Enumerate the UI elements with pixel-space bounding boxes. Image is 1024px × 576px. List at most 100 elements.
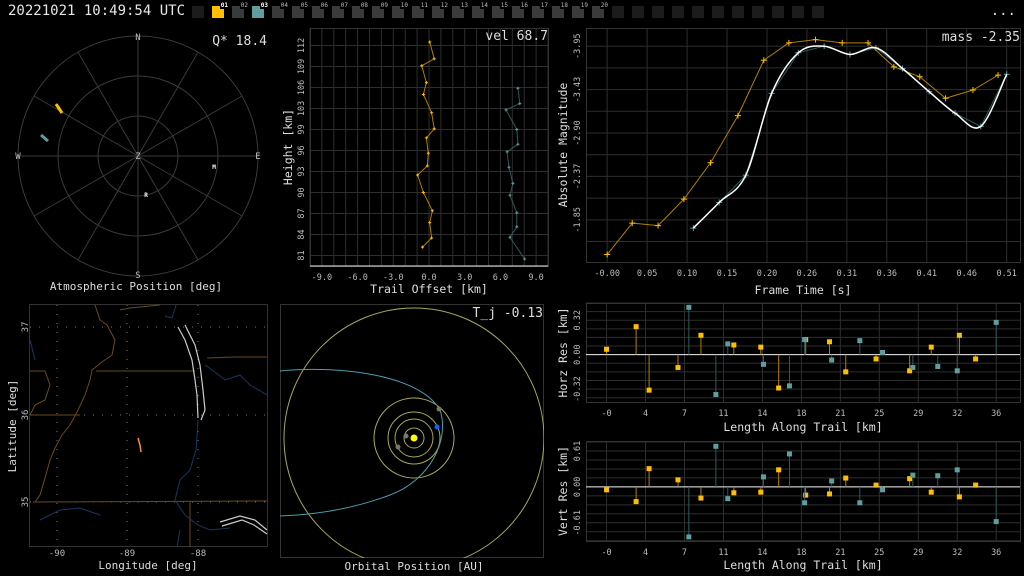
x-tick-label: 0.10 (677, 269, 697, 279)
data-point (508, 193, 512, 197)
series-line (505, 88, 526, 260)
residual-point (760, 361, 766, 367)
y-tick-label: 84 (297, 229, 307, 239)
data-point (839, 39, 846, 46)
y-tick-label: 106 (297, 80, 307, 95)
x-tick-label: -0 (601, 548, 611, 558)
residual-point (686, 304, 692, 310)
compass-w: W (15, 152, 21, 162)
residual-point (873, 482, 879, 488)
x-tick-label: 25 (874, 409, 884, 419)
map-xtick: -88 (190, 549, 206, 559)
azimuth-spoke (77, 51, 139, 157)
sun (410, 434, 418, 442)
mercury (395, 444, 401, 450)
y-tick-label: -2.90 (573, 120, 583, 146)
compass-e: E (255, 152, 260, 162)
data-point (424, 81, 428, 85)
residual-point (803, 492, 809, 498)
x-tick-label: 0.41 (917, 269, 937, 279)
residual-point (776, 467, 782, 473)
map-ytick: 37 (21, 322, 31, 333)
residual-point (758, 489, 764, 495)
residual-point (910, 365, 916, 371)
data-point (421, 93, 425, 96)
series-line (417, 41, 435, 248)
residual-point (993, 519, 999, 525)
y-tick-label: -3.95 (573, 33, 583, 59)
x-tick-label: 32 (952, 409, 962, 419)
x-tick-label: -9.0 (312, 273, 332, 283)
y-tick-label: -3.43 (573, 77, 583, 103)
azimuth-spoke (77, 155, 139, 261)
x-tick-label: 21 (835, 548, 845, 558)
meteoroid-orbit (280, 368, 444, 517)
plot-frame (586, 441, 1021, 542)
y-tick-label: 81 (297, 250, 307, 260)
residual-point (935, 363, 941, 369)
data-point (785, 39, 792, 46)
plot-frame (586, 28, 1021, 263)
residual-point (857, 338, 863, 344)
x-tick-label: 0.05 (637, 269, 657, 279)
residual-point (675, 365, 681, 371)
mars (436, 406, 442, 412)
residual-point (786, 383, 792, 389)
data-point (969, 87, 976, 94)
residual-point (604, 487, 610, 493)
map-ytick: 36 (21, 410, 31, 421)
tisserand-stat: T_j -0.13 (473, 306, 543, 321)
x-tick-label: 21 (835, 409, 845, 419)
residual-point (802, 500, 808, 506)
stat-readout: mass -2.35 (942, 30, 1020, 45)
residual-point (698, 495, 704, 501)
residual-point (956, 332, 962, 338)
azimuth-spoke (33, 155, 139, 217)
x-tick-label: 14 (757, 548, 767, 558)
q-star-stat: Q* 18.4 (212, 34, 267, 49)
orbit-xlabel: Orbital Position [AU] (344, 560, 483, 573)
x-tick-label: 11 (718, 409, 728, 419)
residual-point (935, 473, 941, 479)
data-point (518, 102, 522, 106)
map-panel: -90 -89 -88 37 36 35 Longitude [deg] Lat… (6, 304, 268, 572)
x-tick-label: 18 (796, 409, 806, 419)
residual-point (725, 341, 731, 347)
x-tick-label: 7 (682, 409, 687, 419)
x-tick-label: 29 (913, 548, 923, 558)
polar-title: Atmospheric Position [deg] (50, 280, 222, 293)
station-marker-m: M (212, 164, 216, 171)
y-tick-label: 96 (297, 145, 307, 155)
x-tick-label: 0.20 (757, 269, 777, 279)
series-station-03 (690, 43, 1010, 232)
map-xlabel: Longitude [deg] (98, 559, 197, 572)
x-tick-label: 36 (991, 548, 1001, 558)
state-borders (29, 304, 268, 547)
data-point (734, 112, 741, 119)
x-axis-label: Length Along Trail [km] (723, 558, 882, 572)
map-xtick: -89 (119, 549, 135, 559)
meteor-ground-track (137, 437, 142, 453)
grid (586, 441, 1020, 542)
data-point (430, 111, 434, 115)
y-tick-label: 0.61 (573, 441, 583, 461)
map-xtick: -90 (49, 549, 65, 559)
y-axis-label: Horz Res [km] (556, 307, 570, 397)
azimuth-spoke (137, 51, 199, 157)
map-frame (29, 304, 268, 547)
x-tick-label: -0 (601, 409, 611, 419)
zenith-label: Z (135, 152, 141, 162)
residual-point (880, 350, 886, 355)
residual-point (827, 339, 833, 345)
x-tick-label: 11 (718, 548, 728, 558)
plot-frame (586, 303, 1021, 403)
grid (309, 28, 549, 266)
x-tick-label: 4 (643, 409, 648, 419)
residual-point (928, 489, 934, 495)
residual-point (829, 478, 835, 484)
x-axis-label: Frame Time [s] (755, 283, 852, 297)
residual-point (802, 337, 808, 343)
x-tick-label: 7 (682, 548, 687, 558)
residual-point (954, 467, 960, 473)
data-point (760, 57, 767, 64)
